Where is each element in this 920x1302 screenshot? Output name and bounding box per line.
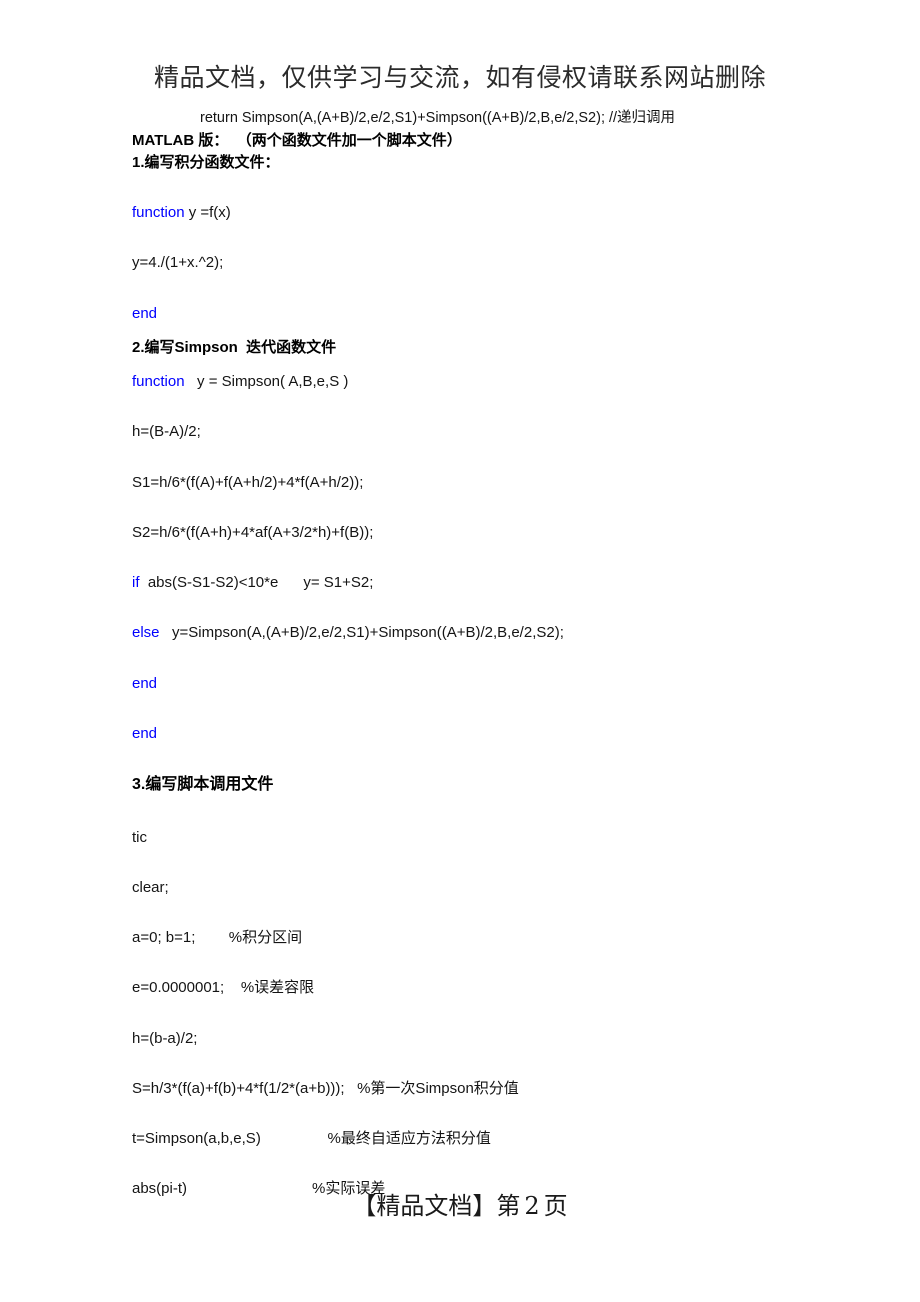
function-f-signature-line: function y =f(x) xyxy=(132,204,832,221)
else-body-text: y=Simpson(A,(A+B)/2,e/2,S1)+Simpson((A+B… xyxy=(159,624,564,642)
function-f-signature: y =f(x) xyxy=(184,204,231,222)
page-footer: 【精品文档】第 2 页 xyxy=(0,1186,920,1221)
section-2-heading: 2.编写Simpson 迭代函数文件 xyxy=(132,338,337,356)
function-simpson-signature-line: function y = Simpson( A,B,e,S ) xyxy=(132,373,832,390)
function-simpson-end-keyword: end xyxy=(132,724,158,742)
script-first-simpson-line: S=h/3*(f(a)+f(b)+4*f(1/2*(a+b))); %第一次Si… xyxy=(132,1079,519,1097)
section-3-heading: 3.编写脚本调用文件 xyxy=(132,776,274,794)
function-simpson-signature: y = Simpson( A,B,e,S ) xyxy=(184,373,349,391)
footer-mark-label: 【精品文档】第 xyxy=(352,1192,521,1220)
footer-page-number: 2 xyxy=(524,1192,540,1220)
simpson-s1-assignment-line: S1=h/6*(f(A)+f(A+h/2)+4*f(A+h/2)); xyxy=(132,473,364,491)
section-1-heading: 1.编写积分函数文件： xyxy=(132,153,280,171)
function-f-end-keyword: end xyxy=(132,304,158,322)
script-clear-line: clear; xyxy=(132,878,169,896)
simpson-h-assignment-line: h=(B-A)/2; xyxy=(132,423,201,441)
if-condition-text: abs(S-S1-S2)<10*e y= S1+S2; xyxy=(139,574,374,592)
else-keyword: else xyxy=(132,624,160,642)
simpson-s2-assignment-line: S2=h/6*(f(A+h)+4*af(A+3/2*h)+f(B)); xyxy=(132,523,374,541)
footer-page-unit: 页 xyxy=(543,1192,568,1220)
if-statement-line: if abs(S-S1-S2)<10*e y= S1+S2; xyxy=(132,574,832,591)
script-adaptive-result-line: t=Simpson(a,b,e,S) %最终自适应方法积分值 xyxy=(132,1130,491,1148)
page-header-watermark: 精品文档，仅供学习与交流，如有侵权请联系网站删除 xyxy=(153,63,766,92)
matlab-version-heading: MATLAB 版： （两个函数文件加一个脚本文件） xyxy=(132,131,462,149)
document-body: return Simpson(A,(A+B)/2,e/2,S1)+Simpson… xyxy=(132,110,832,1231)
script-interval-line: a=0; b=1; %积分区间 xyxy=(132,929,303,947)
function-f-body-line: y=4./(1+x.^2); xyxy=(132,254,224,272)
else-statement-line: else y=Simpson(A,(A+B)/2,e/2,S1)+Simpson… xyxy=(132,624,832,641)
script-tic-line: tic xyxy=(132,828,147,846)
if-keyword: if xyxy=(132,574,140,592)
return-statement-line: return Simpson(A,(A+B)/2,e/2,S1)+Simpson… xyxy=(200,110,676,126)
if-end-keyword: end xyxy=(132,674,158,692)
document-page: 精品文档，仅供学习与交流，如有侵权请联系网站删除 return Simpson(… xyxy=(0,0,920,1302)
script-h-line: h=(b-a)/2; xyxy=(132,1029,198,1047)
function-keyword: function xyxy=(132,373,185,391)
function-keyword: function xyxy=(132,204,185,222)
script-tolerance-line: e=0.0000001; %误差容限 xyxy=(132,979,315,997)
